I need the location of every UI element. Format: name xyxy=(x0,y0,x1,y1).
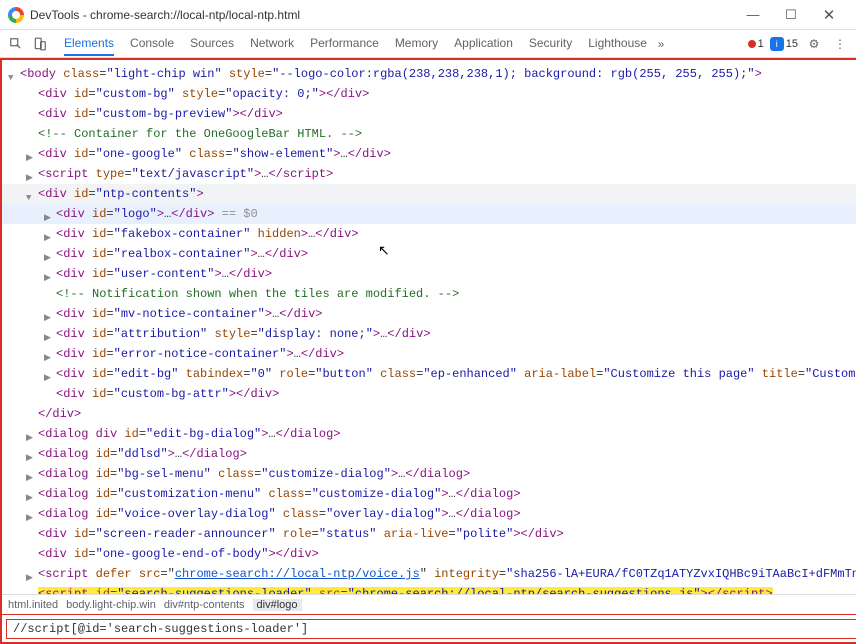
dom-node[interactable]: <!-- Notification shown when the tiles a… xyxy=(2,284,856,304)
dom-node[interactable]: ▶<div id="edit-bg" tabindex="0" role="bu… xyxy=(2,364,856,384)
dom-node[interactable]: ▶<div id="attribution" style="display: n… xyxy=(2,324,856,344)
minimize-button[interactable]: — xyxy=(734,1,772,29)
dom-node[interactable]: ▶<dialog id="bg-sel-menu" class="customi… xyxy=(2,464,856,484)
dom-node[interactable]: ▶<div id="mv-notice-container">…</div> xyxy=(2,304,856,324)
dom-node[interactable]: ▶<script defer src="chrome-search://loca… xyxy=(2,564,856,584)
dom-node[interactable]: <div id="custom-bg-attr"></div> xyxy=(2,384,856,404)
inspect-icon[interactable] xyxy=(6,34,26,54)
breadcrumb-item[interactable]: body.light-chip.win xyxy=(66,599,156,611)
devtools-toolbar: Elements Console Sources Network Performance… xyxy=(0,30,856,58)
tab-lighthouse[interactable]: Lighthouse xyxy=(588,32,647,56)
settings-icon[interactable]: ⚙ xyxy=(804,34,824,54)
dom-node[interactable]: ▶<div id="logo">…</div> == $0 xyxy=(2,204,856,224)
breadcrumb-item[interactable]: div#ntp-contents xyxy=(164,599,245,611)
tab-application[interactable]: Application xyxy=(454,32,513,56)
breadcrumb-item[interactable]: div#logo xyxy=(253,599,302,611)
tab-performance[interactable]: Performance xyxy=(310,32,379,56)
dom-node[interactable]: ▼<div id="ntp-contents"> xyxy=(2,184,856,204)
dom-node[interactable]: <div id="one-google-end-of-body"></div> xyxy=(2,544,856,564)
dom-node[interactable]: ▶<div id="fakebox-container" hidden>…</d… xyxy=(2,224,856,244)
find-input[interactable] xyxy=(6,619,856,639)
titlebar: DevTools - chrome-search://local-ntp/loc… xyxy=(0,0,856,30)
panel-tabs: Elements Console Sources Network Performance… xyxy=(64,32,647,56)
chrome-logo-icon xyxy=(8,7,24,23)
dom-node[interactable]: ▶<dialog id="voice-overlay-dialog" class… xyxy=(2,504,856,524)
breadcrumb[interactable]: html.inited body.light-chip.win div#ntp-co… xyxy=(2,594,856,614)
dom-tree[interactable]: ▼<body class="light-chip win" style="--l… xyxy=(2,60,856,594)
dom-node[interactable]: <script id="search-suggestions-loader" s… xyxy=(2,584,856,594)
close-button[interactable]: ✕ xyxy=(810,1,848,29)
dom-node[interactable]: ▶<dialog id="customization-menu" class="… xyxy=(2,484,856,504)
dom-node[interactable]: ▶<dialog div id="edit-bg-dialog">…</dial… xyxy=(2,424,856,444)
tab-sources[interactable]: Sources xyxy=(190,32,234,56)
message-count[interactable]: i15 xyxy=(770,37,798,51)
dom-node[interactable]: ▶<div id="user-content">…</div> xyxy=(2,264,856,284)
dom-node[interactable]: </div> xyxy=(2,404,856,424)
kebab-icon[interactable]: ⋮ xyxy=(830,34,850,54)
error-count[interactable]: 1 xyxy=(748,38,764,50)
more-tabs-icon[interactable]: » xyxy=(651,34,671,54)
device-icon[interactable] xyxy=(30,34,50,54)
dom-node[interactable]: ▶<script type="text/javascript">…</scrip… xyxy=(2,164,856,184)
find-bar: 1 of 1 ˄ ˅ Cancel xyxy=(2,614,856,642)
breadcrumb-item[interactable]: html.inited xyxy=(8,599,58,611)
tab-elements[interactable]: Elements xyxy=(64,32,114,56)
window-title: DevTools - chrome-search://local-ntp/loc… xyxy=(30,8,734,22)
tab-console[interactable]: Console xyxy=(130,32,174,56)
dom-node[interactable]: ▶<div id="error-notice-container">…</div… xyxy=(2,344,856,364)
tab-memory[interactable]: Memory xyxy=(395,32,438,56)
dom-node[interactable]: <div id="custom-bg-preview"></div> xyxy=(2,104,856,124)
dom-node[interactable]: <div id="screen-reader-announcer" role="… xyxy=(2,524,856,544)
dom-node[interactable]: ▼<body class="light-chip win" style="--l… xyxy=(2,64,856,84)
dom-node[interactable]: <!-- Container for the OneGoogleBar HTML… xyxy=(2,124,856,144)
dom-node[interactable]: ▶<dialog id="ddlsd">…</dialog> xyxy=(2,444,856,464)
maximize-button[interactable]: ☐ xyxy=(772,1,810,29)
dom-node[interactable]: ▶<div id="one-google" class="show-elemen… xyxy=(2,144,856,164)
tab-network[interactable]: Network xyxy=(250,32,294,56)
dom-node[interactable]: ▶<div id="realbox-container">…</div> xyxy=(2,244,856,264)
dom-node[interactable]: <div id="custom-bg" style="opacity: 0;">… xyxy=(2,84,856,104)
tab-security[interactable]: Security xyxy=(529,32,572,56)
elements-panel: ▼<body class="light-chip win" style="--l… xyxy=(0,58,856,644)
